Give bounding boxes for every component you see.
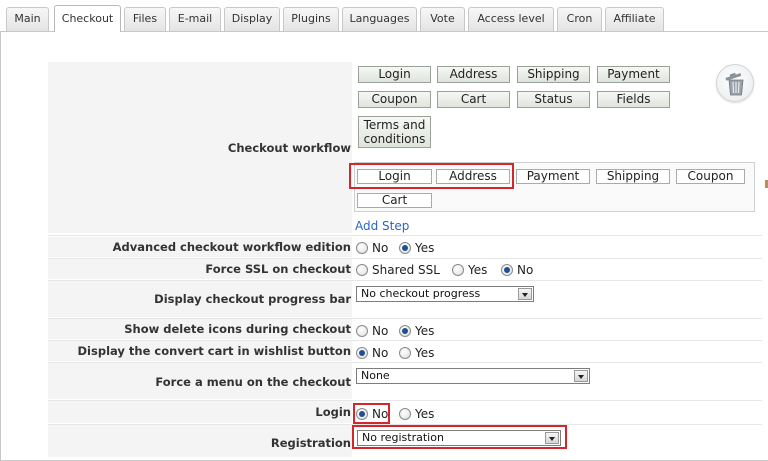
- ssl-yes-text: Yes: [468, 263, 488, 277]
- advanced-yes-text: Yes: [415, 241, 435, 255]
- ssl-no-text: No: [517, 263, 534, 277]
- wishlist-no-radio[interactable]: [356, 347, 368, 359]
- label-cell-advanced: Advanced checkout workflow edition: [48, 237, 352, 257]
- tab-languages[interactable]: Languages: [342, 7, 417, 31]
- wishlist-no-text: No: [372, 346, 389, 360]
- login-yes-radio[interactable]: [399, 408, 411, 420]
- advanced-yes-radio[interactable]: [399, 242, 411, 254]
- trash-icon-glyph: [725, 72, 744, 96]
- row-divider: [48, 280, 762, 281]
- chevron-down-icon: [574, 370, 588, 382]
- label-cell-progress: Display checkout progress bar: [48, 281, 352, 317]
- selected-step-payment[interactable]: Payment: [516, 169, 590, 184]
- row-divider: [48, 235, 762, 236]
- label-cell-delete-icons: Show delete icons during checkout: [48, 319, 352, 339]
- progress-bar-label: Display checkout progress bar: [154, 292, 351, 306]
- ssl-yes-radio[interactable]: [452, 264, 464, 276]
- force-menu-label: Force a menu on the checkout: [155, 375, 351, 389]
- ssl-shared-radio[interactable]: [356, 264, 368, 276]
- step-status-button[interactable]: Status: [517, 91, 590, 108]
- progress-bar-select[interactable]: No checkout progress: [356, 286, 534, 302]
- step-address-button[interactable]: Address: [437, 66, 510, 83]
- ssl-no-radio[interactable]: [501, 264, 513, 276]
- tab-checkout[interactable]: Checkout: [54, 5, 121, 32]
- ssl-shared-text: Shared SSL: [372, 263, 440, 277]
- label-cell-menu: Force a menu on the checkout: [48, 363, 352, 399]
- row-divider: [48, 340, 762, 341]
- trash-icon[interactable]: [716, 64, 754, 102]
- force-ssl-options: Shared SSL Yes No: [356, 263, 546, 279]
- row-divider: [48, 318, 762, 319]
- login-no-text: No: [372, 407, 389, 421]
- selected-step-login[interactable]: Login: [357, 169, 432, 184]
- tab-bar: Main Checkout Files E-mail Display Plugi…: [0, 0, 768, 32]
- advanced-workflow-label: Advanced checkout workflow edition: [112, 240, 351, 254]
- tab-display[interactable]: Display: [224, 7, 280, 31]
- delete-icons-options: No Yes: [356, 324, 456, 340]
- chevron-down-icon: [518, 288, 532, 300]
- chevron-down-icon: [545, 432, 559, 444]
- tab-main[interactable]: Main: [6, 7, 49, 31]
- workflow-label: Checkout workflow: [227, 141, 351, 155]
- row-divider: [48, 424, 762, 425]
- tab-plugins[interactable]: Plugins: [283, 7, 339, 31]
- delete-icons-no-text: No: [372, 324, 389, 338]
- login-yes-text: Yes: [415, 407, 435, 421]
- tab-files[interactable]: Files: [124, 7, 166, 31]
- selected-step-address[interactable]: Address: [436, 169, 510, 184]
- tab-access-level[interactable]: Access level: [468, 7, 554, 31]
- delete-icons-yes-text: Yes: [415, 324, 435, 338]
- step-terms-button[interactable]: Terms and conditions: [358, 116, 431, 148]
- tab-cron[interactable]: Cron: [557, 7, 602, 31]
- wishlist-button-label: Display the convert cart in wishlist but…: [77, 344, 351, 358]
- add-step-link[interactable]: Add Step: [355, 219, 409, 233]
- login-options: No Yes: [356, 407, 456, 423]
- registration-label: Registration: [270, 436, 351, 450]
- step-coupon-button[interactable]: Coupon: [358, 91, 431, 108]
- login-no-radio[interactable]: [356, 408, 368, 420]
- label-cell-login: Login: [48, 401, 352, 423]
- step-login-button[interactable]: Login: [358, 66, 431, 83]
- force-menu-select[interactable]: None: [356, 368, 590, 384]
- tab-affiliate[interactable]: Affiliate: [605, 7, 664, 31]
- label-cell-wishlist: Display the convert cart in wishlist but…: [48, 341, 352, 361]
- login-label: Login: [315, 405, 351, 419]
- row-divider: [48, 362, 762, 363]
- delete-icons-label: Show delete icons during checkout: [124, 322, 351, 336]
- label-cell-workflow: Checkout workflow: [48, 62, 352, 233]
- wishlist-yes-text: Yes: [415, 346, 435, 360]
- step-fields-button[interactable]: Fields: [597, 91, 670, 108]
- force-ssl-label: Force SSL on checkout: [205, 262, 351, 276]
- step-shipping-button[interactable]: Shipping: [517, 66, 590, 83]
- row-divider: [48, 258, 762, 259]
- wishlist-yes-radio[interactable]: [399, 347, 411, 359]
- advanced-no-text: No: [372, 241, 389, 255]
- force-menu-value: None: [361, 369, 390, 382]
- tab-email[interactable]: E-mail: [169, 7, 221, 31]
- wishlist-options: No Yes: [356, 346, 456, 362]
- advanced-workflow-options: No Yes: [356, 241, 456, 257]
- label-cell-registration: Registration: [48, 425, 352, 457]
- selected-step-cart[interactable]: Cart: [357, 193, 432, 208]
- delete-icons-yes-radio[interactable]: [399, 325, 411, 337]
- advanced-no-radio[interactable]: [356, 242, 368, 254]
- registration-value: No registration: [362, 431, 444, 444]
- registration-select[interactable]: No registration: [357, 430, 561, 446]
- row-divider: [48, 400, 762, 401]
- selected-step-coupon[interactable]: Coupon: [676, 169, 745, 184]
- delete-icons-no-radio[interactable]: [356, 325, 368, 337]
- selected-step-shipping[interactable]: Shipping: [596, 169, 670, 184]
- progress-bar-value: No checkout progress: [361, 287, 481, 300]
- tab-vote[interactable]: Vote: [420, 7, 465, 31]
- label-cell-ssl: Force SSL on checkout: [48, 259, 352, 279]
- step-cart-button[interactable]: Cart: [437, 91, 510, 108]
- step-payment-button[interactable]: Payment: [597, 66, 670, 83]
